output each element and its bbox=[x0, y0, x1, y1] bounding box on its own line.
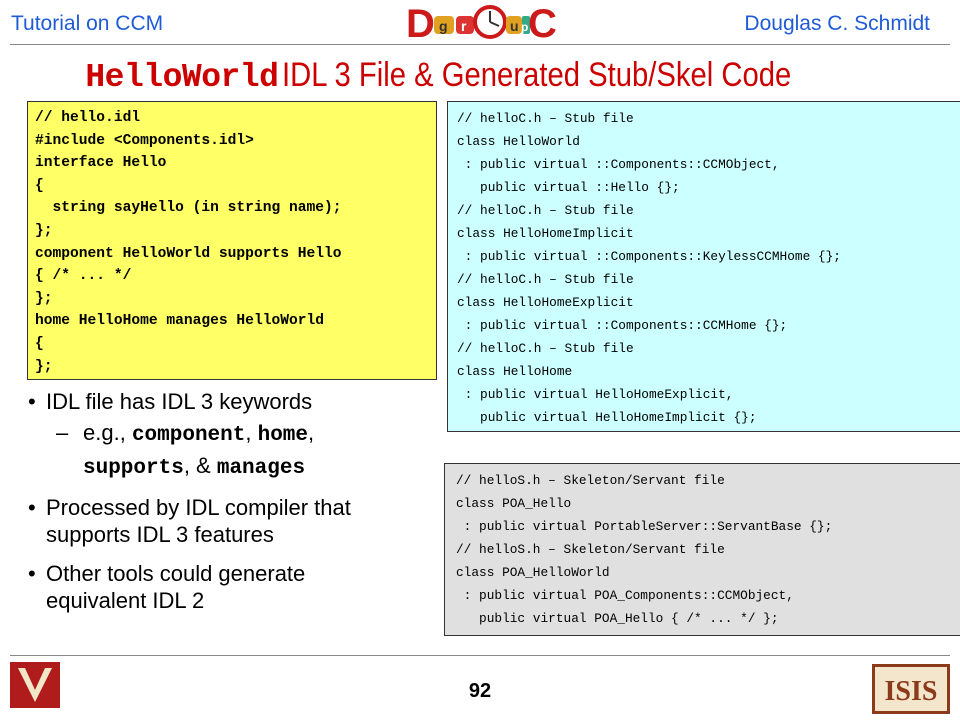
header-title: Tutorial on CCM bbox=[11, 12, 164, 35]
code-line: interface Hello bbox=[35, 155, 167, 172]
svg-text:g: g bbox=[439, 18, 448, 34]
code-line: // helloS.h – Skeleton/Servant file bbox=[456, 473, 725, 488]
code-line: }; bbox=[35, 358, 53, 375]
header-author: Douglas C. Schmidt bbox=[744, 12, 930, 35]
code-line: : public virtual PortableServer::Servant… bbox=[456, 519, 833, 534]
code-line: // helloC.h – Stub file bbox=[457, 203, 634, 218]
slide-title-text: IDL 3 File & Generated Stub/Skel Code bbox=[282, 56, 792, 94]
code-line: : public virtual ::Components::CCMHome {… bbox=[457, 318, 788, 333]
page-number: 92 bbox=[468, 680, 492, 702]
bullet-item: • Other tools could generate equivalent … bbox=[28, 561, 306, 613]
code-line: // helloC.h – Stub file bbox=[457, 341, 634, 356]
code-line: : public virtual HelloHomeExplicit, bbox=[457, 387, 734, 402]
code-line: // hello.idl bbox=[35, 110, 141, 126]
stub-code-box: // helloC.h – Stub file class HelloWorld… bbox=[447, 101, 960, 432]
code-line: class HelloHomeExplicit bbox=[457, 295, 634, 310]
code-line: class POA_HelloWorld bbox=[456, 565, 610, 580]
code-line: : public virtual ::Components::KeylessCC… bbox=[457, 249, 841, 264]
svg-text:r: r bbox=[461, 18, 467, 34]
sub-bullet-item: – e.g., component, home, supports, & man… bbox=[56, 420, 315, 480]
slide-title: HelloWorld IDL 3 File & Generated Stub/Sk… bbox=[0, 56, 960, 96]
footer-divider bbox=[10, 655, 950, 656]
code-line: public virtual POA_Hello { /* ... */ }; bbox=[456, 611, 779, 626]
code-line: class HelloHome bbox=[457, 364, 573, 379]
skeleton-code-box: // helloS.h – Skeleton/Servant file clas… bbox=[444, 463, 960, 636]
bullet-item: • Processed by IDL compiler that support… bbox=[28, 495, 351, 547]
bullet-text: IDL file has IDL 3 keywords bbox=[46, 389, 313, 414]
svg-text:u: u bbox=[510, 18, 519, 34]
code-line: }; bbox=[35, 290, 53, 307]
code-line: // helloC.h – Stub file bbox=[457, 272, 634, 287]
code-line: // helloC.h – Stub file bbox=[457, 111, 634, 126]
bullet-dot-icon: • bbox=[28, 495, 36, 520]
code-line: { bbox=[35, 335, 44, 352]
isis-logo-text: ISIS bbox=[885, 676, 938, 707]
code-line: { bbox=[35, 177, 44, 194]
isis-logo-icon: ISIS bbox=[872, 664, 950, 714]
dash-icon: – bbox=[56, 420, 69, 445]
slide-title-code: HelloWorld bbox=[85, 59, 279, 96]
bullet-dot-icon: • bbox=[28, 389, 36, 414]
code-line: component HelloWorld supports Hello bbox=[35, 245, 342, 262]
code-line: class POA_Hello bbox=[456, 496, 572, 511]
bullet-item: • IDL file has IDL 3 keywords bbox=[28, 388, 438, 415]
code-line: home HelloHome manages HelloWorld bbox=[35, 313, 325, 330]
code-line: }; bbox=[35, 222, 53, 239]
bullet-dot-icon: • bbox=[28, 561, 36, 586]
code-line: { /* ... */ bbox=[35, 268, 132, 285]
bullet-list: • IDL file has IDL 3 keywords – e.g., co… bbox=[28, 388, 438, 614]
code-line: class HelloWorld bbox=[457, 134, 580, 149]
code-line: string sayHello (in string name); bbox=[35, 200, 342, 217]
idl-code-box: // hello.idl #include <Components.idl> i… bbox=[27, 101, 437, 380]
code-line: : public virtual POA_Components::CCMObje… bbox=[456, 588, 794, 603]
code-line: #include <Components.idl> bbox=[35, 132, 254, 149]
code-line: // helloS.h – Skeleton/Servant file bbox=[456, 542, 725, 557]
code-line: public virtual HelloHomeImplicit {}; bbox=[457, 410, 757, 425]
logo-letter-d: D bbox=[406, 2, 435, 42]
header-divider bbox=[10, 44, 950, 45]
doc-group-logo: D g r u p C bbox=[404, 2, 556, 42]
code-line: public virtual ::Hello {}; bbox=[457, 180, 680, 195]
code-line: : public virtual ::Components::CCMObject… bbox=[457, 157, 780, 172]
code-line: class HelloHomeImplicit bbox=[457, 226, 634, 241]
logo-letter-c: C bbox=[528, 2, 556, 42]
